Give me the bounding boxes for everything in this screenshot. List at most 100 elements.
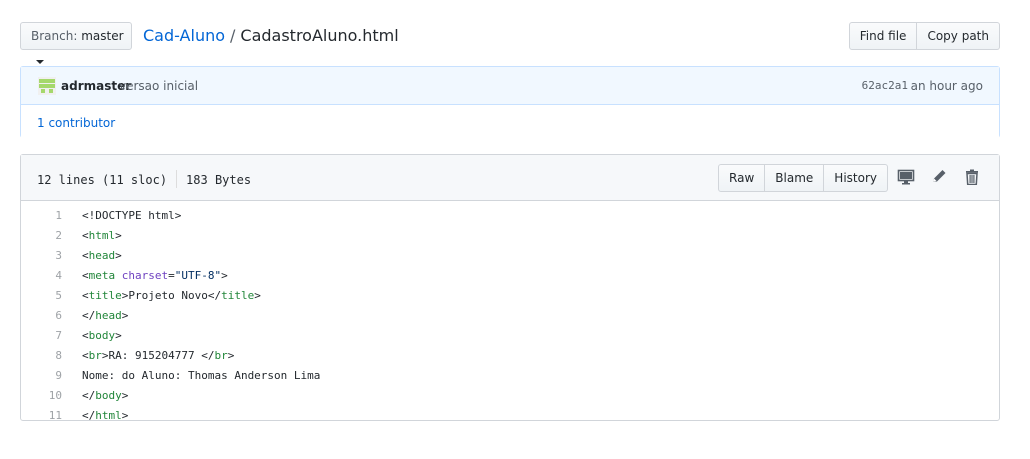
- code-blob: 1 <!DOCTYPE html> 2 <html> 3 <head> 4 <meta cha…: [21, 201, 999, 426]
- code-line: 11 </html>: [21, 406, 999, 426]
- file-size-info: 183 Bytes: [186, 173, 252, 187]
- code-token: title: [88, 289, 122, 302]
- line-number[interactable]: 7: [21, 326, 62, 346]
- caret-down-icon: [36, 60, 44, 64]
- file-nav-buttons: Find file Copy path: [848, 22, 1000, 50]
- code-token: <: [82, 269, 89, 282]
- pencil-icon[interactable]: [930, 169, 948, 185]
- code-token: >: [121, 409, 129, 422]
- file-info: 12 lines (11 sloc) 183 Bytes: [37, 170, 251, 188]
- code-line: 2 <html>: [21, 226, 999, 246]
- branch-value: master: [81, 29, 124, 43]
- trash-icon[interactable]: [963, 169, 981, 185]
- code-token: >: [254, 289, 261, 302]
- line-number[interactable]: 6: [21, 306, 62, 326]
- code-token: =: [168, 269, 175, 282]
- line-content: </html>: [82, 406, 128, 426]
- repo-link[interactable]: Cad-Aluno: [143, 26, 225, 45]
- breadcrumb: Cad-Aluno / CadastroAluno.html: [143, 26, 399, 46]
- code-token: br: [214, 349, 228, 362]
- breadcrumb-separator: /: [230, 26, 236, 45]
- code-token: "UTF-8": [174, 269, 222, 282]
- line-number[interactable]: 1: [21, 206, 62, 226]
- code-line: 7 <body>: [21, 326, 999, 346]
- code-token: meta: [88, 269, 116, 282]
- code-token: body: [95, 389, 122, 402]
- code-token: html: [95, 409, 122, 422]
- contributors-bar: 1 contributor: [21, 105, 999, 139]
- line-content: </head>: [82, 306, 128, 326]
- code-token: head: [95, 309, 122, 322]
- code-token: </: [82, 309, 96, 322]
- line-number[interactable]: 4: [21, 266, 62, 286]
- find-file-button[interactable]: Find file: [848, 22, 918, 50]
- line-content: <meta charset="UTF-8">: [82, 266, 228, 286]
- file-actions: Raw Blame History: [718, 164, 888, 192]
- code-token: <: [82, 249, 89, 262]
- line-number[interactable]: 10: [21, 386, 62, 406]
- line-content: <title>Projeto Novo</title>: [82, 286, 261, 306]
- code-token: charset: [121, 269, 169, 282]
- code-token: >RA: 915204777 </: [101, 349, 215, 362]
- commit-time: an hour ago: [910, 79, 983, 93]
- code-token: br: [88, 349, 102, 362]
- code-token: </: [82, 409, 96, 422]
- blame-button[interactable]: Blame: [765, 164, 825, 192]
- code-token: title: [221, 289, 255, 302]
- branch-label: Branch:: [31, 29, 78, 43]
- file-info-divider: [176, 170, 178, 188]
- line-number[interactable]: 5: [21, 286, 62, 306]
- line-number[interactable]: 9: [21, 366, 62, 386]
- file-name: CadastroAluno.html: [240, 26, 399, 45]
- code-token: >: [115, 329, 122, 342]
- code-token: >: [221, 269, 228, 282]
- line-content: </body>: [82, 386, 128, 406]
- line-number[interactable]: 8: [21, 346, 62, 366]
- code-line: 1 <!DOCTYPE html>: [21, 206, 999, 226]
- line-number[interactable]: 3: [21, 246, 62, 266]
- line-number[interactable]: 2: [21, 226, 62, 246]
- code-token: body: [88, 329, 116, 342]
- code-line: 10 </body>: [21, 386, 999, 406]
- code-token: <: [82, 229, 89, 242]
- line-number[interactable]: 11: [21, 406, 62, 426]
- code-token: </: [82, 389, 96, 402]
- code-line: 8 <br>RA: 915204777 </br>: [21, 346, 999, 366]
- code-line: 4 <meta charset="UTF-8">: [21, 266, 999, 286]
- code-line: 9 Nome: do Aluno: Thomas Anderson Lima: [21, 366, 999, 386]
- code-token: >: [121, 389, 129, 402]
- line-content: <html>: [82, 226, 122, 246]
- code-line: 5 <title>Projeto Novo</title>: [21, 286, 999, 306]
- code-token: head: [88, 249, 116, 262]
- code-token: html: [88, 229, 116, 242]
- code-token: <: [82, 349, 89, 362]
- line-content: <!DOCTYPE html>: [82, 206, 181, 226]
- line-content: <br>RA: 915204777 </br>: [82, 346, 234, 366]
- code-token: >: [115, 229, 122, 242]
- code-token: >: [115, 249, 122, 262]
- code-token: <: [82, 329, 89, 342]
- contributors-link[interactable]: 1 contributor: [37, 116, 115, 130]
- code-token: >: [227, 349, 235, 362]
- code-token: >: [121, 309, 129, 322]
- code-token: Nome: do Aluno: Thomas Anderson Lima: [82, 369, 321, 382]
- code-token: >Projeto Novo</: [121, 289, 222, 302]
- raw-button[interactable]: Raw: [718, 164, 766, 192]
- file-header: 12 lines (11 sloc) 183 Bytes Raw Blame Hi…: [21, 155, 999, 201]
- desktop-icon[interactable]: [897, 169, 915, 185]
- file-lines-info: 12 lines (11 sloc): [37, 173, 168, 187]
- commit-message-link[interactable]: versao inicial: [119, 79, 198, 93]
- commit-sha-link[interactable]: 62ac2a1: [862, 79, 908, 92]
- commit-tease: adrmaster versao inicial 62ac2a1 an hour…: [20, 66, 1000, 139]
- code-line: 6 </head>: [21, 306, 999, 326]
- code-token: <: [82, 289, 89, 302]
- branch-select-button[interactable]: Branch: master: [20, 22, 132, 64]
- line-content: Nome: do Aluno: Thomas Anderson Lima: [82, 366, 320, 386]
- file-viewer: 12 lines (11 sloc) 183 Bytes Raw Blame Hi…: [20, 154, 1000, 422]
- line-content: <body>: [82, 326, 122, 346]
- copy-path-button[interactable]: Copy path: [917, 22, 1000, 50]
- commit-summary: adrmaster versao inicial 62ac2a1 an hour…: [21, 67, 999, 105]
- identicon-avatar-icon[interactable]: [38, 77, 56, 95]
- history-button[interactable]: History: [824, 164, 888, 192]
